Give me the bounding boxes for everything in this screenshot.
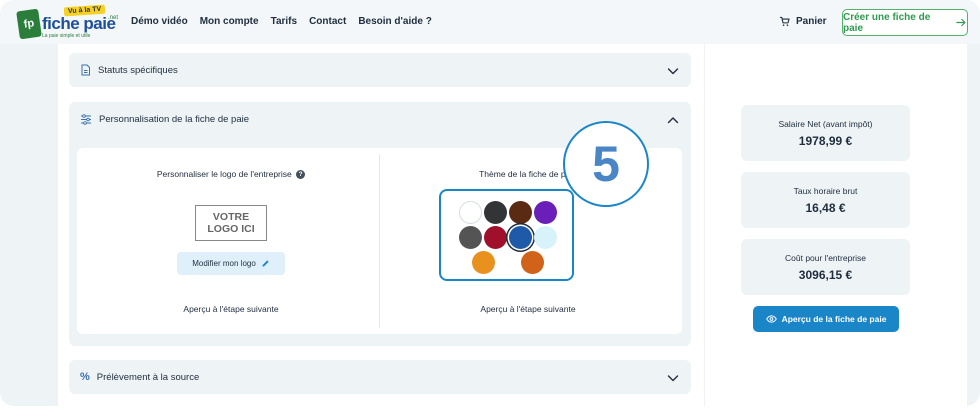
logo-tagline: La paie simple et utile	[42, 33, 91, 39]
color-swatch[interactable]	[484, 201, 507, 224]
site-logo[interactable]: fp fiche paie Vu à la TV .net La paie si…	[16, 4, 119, 40]
cart-icon	[779, 16, 790, 26]
chevron-up-icon[interactable]	[667, 114, 679, 126]
preview-payslip-label: Aperçu de la fiche de paie	[781, 314, 887, 324]
app-frame: fp fiche paie Vu à la TV .net La paie si…	[0, 0, 980, 406]
nav-mon-compte[interactable]: Mon compte	[200, 16, 259, 27]
form-column: Statuts spécifiques Personnalisation de …	[58, 44, 704, 406]
create-payslip-button[interactable]: Créer une fiche de paie	[842, 9, 968, 36]
color-swatch[interactable]	[484, 226, 507, 249]
pencil-icon	[262, 260, 269, 267]
summary-value: 16,48 €	[805, 201, 846, 215]
color-swatch[interactable]	[459, 201, 482, 224]
accordion-prelevement-title: Prélèvement à la source	[96, 371, 200, 383]
color-swatch[interactable]	[459, 226, 482, 249]
chevron-down-icon[interactable]	[667, 65, 679, 77]
summary-label: Coût pour l'entreprise	[785, 253, 866, 263]
logo-section-title-text: Personnaliser le logo de l'entreprise	[156, 169, 292, 179]
color-swatch[interactable]	[521, 251, 544, 274]
summary-label: Salaire Net (avant impôt)	[778, 119, 873, 129]
color-swatch[interactable]	[509, 201, 532, 224]
logo-placeholder-line1: VOTRE	[212, 211, 250, 223]
help-icon[interactable]: ?	[296, 170, 306, 179]
summary-card-hourly-rate: Taux horaire brut 16,48 €	[741, 172, 910, 228]
summary-value: 3096,15 €	[798, 268, 853, 282]
color-swatch-selected[interactable]	[509, 226, 532, 249]
top-header: fp fiche paie Vu à la TV .net La paie si…	[0, 0, 980, 44]
modify-logo-button[interactable]: Modifier mon logo	[177, 252, 285, 275]
color-swatch[interactable]	[534, 201, 557, 224]
column-divider	[379, 154, 380, 328]
logo-placeholder: VOTRE LOGO ICI	[195, 205, 267, 241]
summary-card-employer-cost: Coût pour l'entreprise 3096,15 €	[741, 239, 910, 295]
logo-name: fiche paie	[42, 14, 116, 33]
summary-label: Taux horaire brut	[793, 186, 858, 196]
preview-payslip-button[interactable]: Aperçu de la fiche de paie	[753, 306, 899, 332]
main-nav: Démo vidéo Mon compte Tarifs Contact Bes…	[131, 16, 432, 27]
logo-net: .net	[108, 15, 119, 21]
summary-card-net-salary: Salaire Net (avant impôt) 1978,99 €	[741, 105, 910, 161]
nav-besoin-aide[interactable]: Besoin d'aide ?	[358, 16, 432, 27]
document-icon	[81, 64, 90, 76]
accordion-prelevement[interactable]: % Prélèvement à la source	[69, 360, 691, 394]
summary-column: Salaire Net (avant impôt) 1978,99 € Taux…	[705, 44, 967, 406]
cart-label: Panier	[796, 16, 827, 27]
logo-preview-note: Aperçu à l'étape suivante	[183, 304, 279, 314]
summary-value: 1978,99 €	[798, 134, 853, 148]
nav-demo-video[interactable]: Démo vidéo	[131, 16, 188, 27]
arrow-right-icon	[956, 18, 966, 27]
logo-section-title: Personnaliser le logo de l'entreprise ?	[106, 169, 356, 179]
eye-icon	[765, 315, 777, 323]
theme-preview-note: Aperçu à l'étape suivante	[480, 304, 576, 314]
logo-placeholder-line2: LOGO ICI	[207, 223, 255, 235]
chevron-down-icon[interactable]	[667, 372, 679, 384]
modify-logo-label: Modifier mon logo	[192, 259, 256, 268]
sliders-icon	[81, 113, 91, 125]
percent-icon: %	[80, 371, 90, 383]
accordion-statuts[interactable]: Statuts spécifiques	[69, 53, 691, 87]
fp-logo-mark: fp	[16, 8, 42, 40]
cart-link[interactable]: Panier	[779, 16, 827, 27]
theme-color-picker	[439, 189, 574, 281]
color-swatch[interactable]	[472, 251, 495, 274]
accordion-statuts-header[interactable]: Statuts spécifiques	[69, 53, 691, 87]
accordion-prelevement-header[interactable]: % Prélèvement à la source	[69, 360, 691, 394]
step-number-badge: 5	[563, 121, 649, 207]
nav-contact[interactable]: Contact	[309, 16, 346, 27]
create-payslip-label: Créer une fiche de paie	[843, 11, 931, 34]
nav-tarifs[interactable]: Tarifs	[271, 16, 298, 27]
color-swatch[interactable]	[534, 226, 557, 249]
accordion-personnalisation-title: Personnalisation de la fiche de paie	[99, 113, 249, 125]
accordion-statuts-title: Statuts spécifiques	[98, 64, 178, 76]
